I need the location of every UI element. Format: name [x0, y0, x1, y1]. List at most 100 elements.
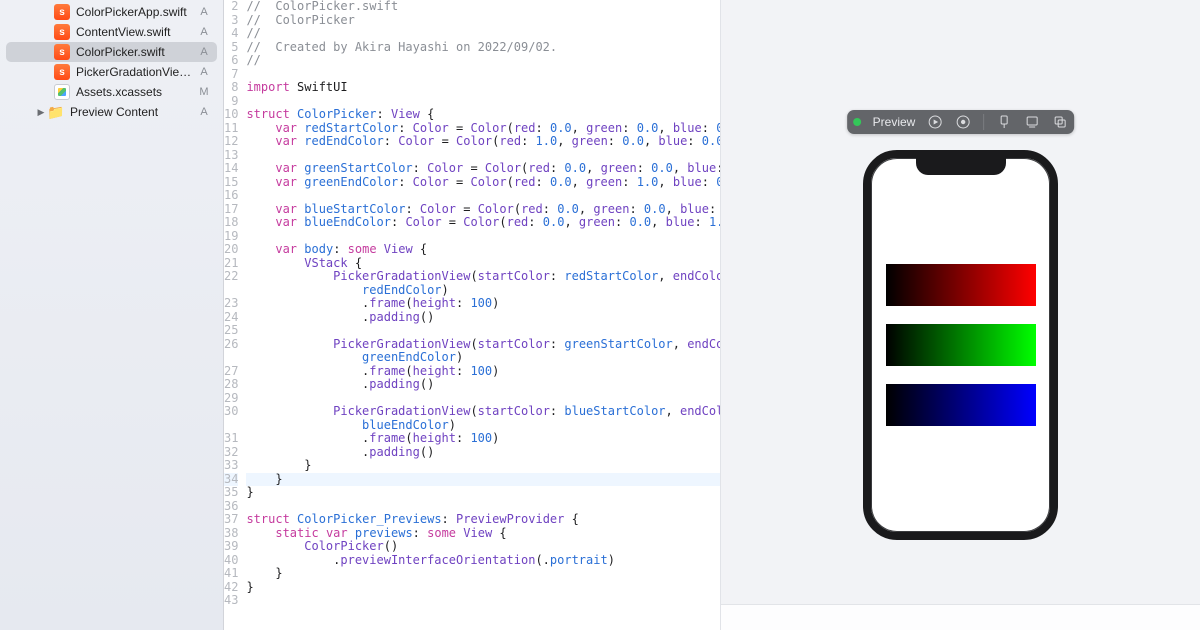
swift-icon: s — [54, 24, 70, 40]
line-number: 17 — [224, 203, 238, 217]
line-number: 38 — [224, 527, 238, 541]
line-number — [224, 351, 238, 365]
gradation-bar-blue — [886, 384, 1036, 426]
code-line[interactable] — [246, 149, 720, 163]
file-row[interactable]: ▶📁Preview ContentA — [6, 102, 217, 122]
duplicate-preview-icon[interactable] — [1052, 114, 1068, 130]
swift-icon: s — [54, 44, 70, 60]
code-line[interactable]: greenEndColor) — [246, 351, 720, 365]
code-line[interactable] — [246, 594, 720, 608]
code-line[interactable]: .frame(height: 100) — [246, 365, 720, 379]
file-row[interactable]: Assets.xcassetsM — [6, 82, 217, 102]
code-line[interactable]: static var previews: some View { — [246, 527, 720, 541]
assets-icon — [54, 84, 70, 100]
code-line[interactable] — [246, 95, 720, 109]
selectable-preview-icon[interactable] — [955, 114, 971, 130]
code-line[interactable]: var blueEndColor: Color = Color(red: 0.0… — [246, 216, 720, 230]
file-row[interactable]: sColorPickerApp.swiftA — [6, 2, 217, 22]
file-name-label: ContentView.swift — [76, 25, 197, 39]
chevron-right-icon[interactable]: ▶ — [36, 107, 46, 118]
folder-icon: 📁 — [48, 104, 64, 120]
code-line[interactable] — [246, 189, 720, 203]
code-line[interactable]: blueEndColor) — [246, 419, 720, 433]
code-line[interactable]: var greenStartColor: Color = Color(red: … — [246, 162, 720, 176]
line-number: 31 — [224, 432, 238, 446]
file-name-label: ColorPicker.swift — [76, 45, 197, 59]
device-settings-icon[interactable] — [1024, 114, 1040, 130]
code-line[interactable]: var redStartColor: Color = Color(red: 0.… — [246, 122, 720, 136]
code-line[interactable]: struct ColorPicker: View { — [246, 108, 720, 122]
code-line[interactable]: } — [246, 581, 720, 595]
code-editor[interactable]: 2345678910111213141516171819202122232425… — [224, 0, 720, 630]
code-line[interactable]: .padding() — [246, 378, 720, 392]
code-line[interactable]: } — [246, 567, 720, 581]
code-line[interactable]: VStack { — [246, 257, 720, 271]
code-line[interactable]: // ColorPicker.swift — [246, 0, 720, 14]
code-line[interactable]: PickerGradationView(startColor: redStart… — [246, 270, 720, 284]
line-number: 35 — [224, 486, 238, 500]
code-line[interactable]: // ColorPicker — [246, 14, 720, 28]
code-line[interactable]: .frame(height: 100) — [246, 297, 720, 311]
line-number: 6 — [224, 54, 238, 68]
line-number: 43 — [224, 594, 238, 608]
code-line[interactable]: } — [246, 486, 720, 500]
scm-status-badge: A — [197, 106, 211, 118]
code-line[interactable] — [246, 230, 720, 244]
code-line[interactable]: .padding() — [246, 311, 720, 325]
line-number: 12 — [224, 135, 238, 149]
line-number: 20 — [224, 243, 238, 257]
device-preview-iphone[interactable] — [863, 150, 1058, 540]
code-line[interactable]: ColorPicker() — [246, 540, 720, 554]
line-number: 23 — [224, 297, 238, 311]
line-number: 40 — [224, 554, 238, 568]
line-number: 37 — [224, 513, 238, 527]
play-icon[interactable] — [927, 114, 943, 130]
line-number: 4 — [224, 27, 238, 41]
scm-status-badge: A — [197, 66, 211, 78]
line-number: 19 — [224, 230, 238, 244]
code-line[interactable]: } — [246, 459, 720, 473]
code-line[interactable]: .previewInterfaceOrientation(.portrait) — [246, 554, 720, 568]
file-row[interactable]: sColorPicker.swiftA — [6, 42, 217, 62]
code-line[interactable]: var redEndColor: Color = Color(red: 1.0,… — [246, 135, 720, 149]
file-row[interactable]: sPickerGradationView.swiftA — [6, 62, 217, 82]
code-line[interactable] — [246, 68, 720, 82]
code-line[interactable]: } — [246, 473, 720, 487]
code-line[interactable]: // Created by Akira Hayashi on 2022/09/0… — [246, 41, 720, 55]
code-line[interactable] — [246, 392, 720, 406]
code-line[interactable]: redEndColor) — [246, 284, 720, 298]
preview-bottom-bar[interactable] — [721, 604, 1200, 630]
pin-preview-icon[interactable] — [996, 114, 1012, 130]
line-number: 29 — [224, 392, 238, 406]
line-number — [224, 284, 238, 298]
code-line[interactable]: .frame(height: 100) — [246, 432, 720, 446]
preview-label: Preview — [873, 115, 916, 129]
preview-toolbar[interactable]: Preview — [847, 110, 1075, 134]
line-number: 30 — [224, 405, 238, 419]
line-number: 11 — [224, 122, 238, 136]
file-navigator[interactable]: sColorPickerApp.swiftA s ContentView.swift… — [0, 0, 224, 630]
code-line[interactable]: PickerGradationView(startColor: greenSta… — [246, 338, 720, 352]
code-line[interactable]: import SwiftUI — [246, 81, 720, 95]
code-line[interactable]: // — [246, 54, 720, 68]
line-number: 32 — [224, 446, 238, 460]
line-number: 2 — [224, 0, 238, 14]
line-number: 27 — [224, 365, 238, 379]
preview-canvas-panel[interactable]: Preview — [720, 0, 1200, 630]
code-line[interactable]: struct ColorPicker_Previews: PreviewProv… — [246, 513, 720, 527]
code-line[interactable]: var body: some View { — [246, 243, 720, 257]
code-line[interactable]: PickerGradationView(startColor: blueStar… — [246, 405, 720, 419]
code-line[interactable]: var blueStartColor: Color = Color(red: 0… — [246, 203, 720, 217]
line-number: 16 — [224, 189, 238, 203]
scm-status-badge: M — [197, 86, 211, 98]
line-number: 15 — [224, 176, 238, 190]
code-area[interactable]: // ColorPicker.swift// ColorPicker//// C… — [246, 0, 720, 630]
code-line[interactable] — [246, 500, 720, 514]
code-line[interactable]: var greenEndColor: Color = Color(red: 0.… — [246, 176, 720, 190]
file-row[interactable]: sContentView.swiftA — [6, 22, 217, 42]
code-line[interactable]: .padding() — [246, 446, 720, 460]
line-number: 21 — [224, 257, 238, 271]
code-line[interactable]: // — [246, 27, 720, 41]
file-name-label: Assets.xcassets — [76, 85, 197, 99]
code-line[interactable] — [246, 324, 720, 338]
